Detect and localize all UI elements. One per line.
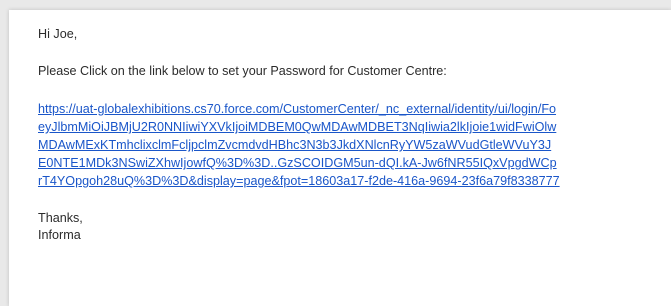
email-content: Hi Joe, Please Click on the link below t… — [38, 26, 560, 244]
email-body: Hi Joe, Please Click on the link below t… — [9, 10, 671, 306]
link-line-4[interactable]: E0NTE1MDk3NSwiZXhwIjowfQ%3D%3D..GzSCOIDG… — [38, 154, 560, 172]
email-instruction: Please Click on the link below to set yo… — [38, 64, 447, 78]
link-line-5[interactable]: rT4YOpgoh28uQ%3D%3D&display=page&fpot=18… — [38, 172, 560, 190]
email-signature: Informa — [38, 228, 81, 242]
email-closing: Thanks, — [38, 211, 83, 225]
password-reset-link[interactable]: https://uat-globalexhibitions.cs70.force… — [38, 100, 560, 190]
email-greeting: Hi Joe, — [38, 27, 78, 41]
link-line-1[interactable]: https://uat-globalexhibitions.cs70.force… — [38, 100, 560, 118]
link-line-3[interactable]: MDAwMExKTmhclixclmFcljpclmZvcmdvdHBhc3N3… — [38, 136, 560, 154]
link-line-2[interactable]: eyJlbmMiOiJBMjU2R0NNIiwiYXVkIjoiMDBEM0Qw… — [38, 118, 560, 136]
email-viewer: Hi Joe, Please Click on the link below t… — [0, 0, 671, 306]
